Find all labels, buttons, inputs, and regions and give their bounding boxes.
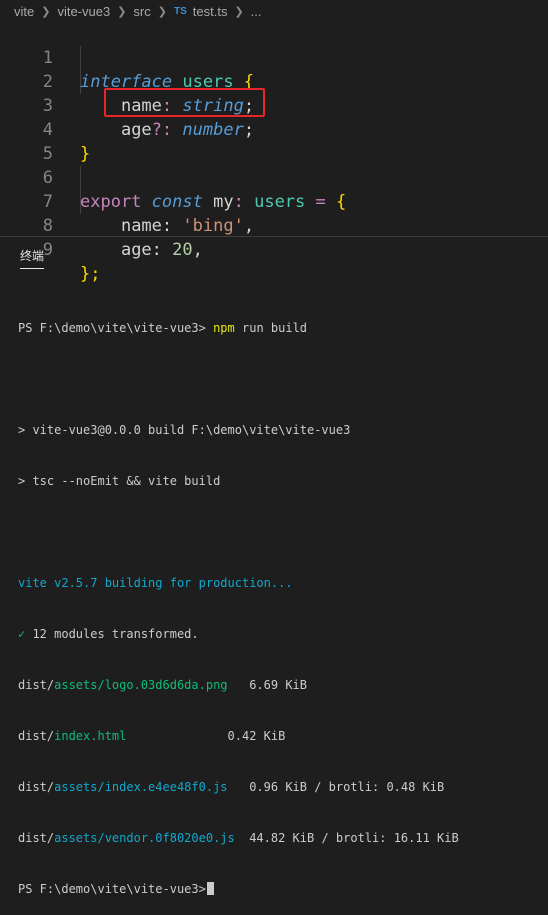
tab-terminal[interactable]: 终端 — [20, 247, 44, 264]
breadcrumb-item-vite[interactable]: vite — [14, 4, 34, 19]
token-colon: : — [151, 240, 162, 260]
terminal-prompt: PS F:\demo\vite\vite-vue3> — [18, 321, 214, 335]
terminal-line: dist/assets/index.e4ee48f0.js 0.96 KiB /… — [18, 780, 445, 794]
terminal-output[interactable]: PS F:\demo\vite\vite-vue3> npm run build… — [18, 286, 543, 915]
token-property: age — [120, 240, 152, 260]
chevron-right-icon: ❯ — [117, 5, 127, 18]
terminal-line: dist/assets/logo.03d6d6da.png 6.69 KiB — [18, 678, 307, 692]
code-line: 1 interface users { — [0, 22, 548, 92]
code-line: 5 — [0, 118, 548, 164]
terminal-cursor — [206, 882, 214, 895]
code-line: 6 export const my: users = { — [0, 142, 548, 212]
panel-divider — [0, 236, 548, 237]
terminal-line: PS F:\demo\vite\vite-vue3> — [18, 881, 543, 898]
breadcrumb-item-more[interactable]: ... — [251, 4, 262, 19]
chevron-right-icon: ❯ — [41, 5, 51, 18]
terminal-prompt: PS F:\demo\vite\vite-vue3> — [18, 882, 206, 896]
breadcrumb: vite ❯ vite-vue3 ❯ src ❯ TS test.ts ❯ ..… — [0, 0, 548, 22]
tab-active-indicator — [20, 268, 44, 269]
terminal-line: PS F:\demo\vite\vite-vue3> npm run build — [18, 320, 543, 337]
code-line: 9 }; — [0, 214, 548, 284]
terminal-command-args: run build — [234, 321, 308, 335]
chevron-right-icon: ❯ — [234, 5, 244, 18]
terminal-line: > tsc --noEmit && vite build — [18, 474, 221, 488]
code-editor[interactable]: 1 interface users { 2 name: string; 3 ag… — [0, 22, 548, 284]
breadcrumb-item-src[interactable]: src — [133, 4, 150, 19]
terminal-line: > vite-vue3@0.0.0 build F:\demo\vite\vit… — [18, 423, 351, 437]
token-number: 20 — [172, 240, 193, 260]
typescript-file-icon: TS — [173, 5, 187, 17]
code-line: 7 name: 'bing', — [0, 166, 548, 236]
breadcrumb-item-test-ts[interactable]: test.ts — [193, 4, 228, 19]
code-line: 2 name: string; — [0, 46, 548, 116]
breadcrumb-item-vite-vue3[interactable]: vite-vue3 — [57, 4, 110, 19]
terminal-line: vite v2.5.7 building for production... — [18, 576, 293, 590]
code-line: 8 age: 20, — [0, 190, 548, 260]
highlight-annotation-box — [104, 88, 265, 117]
token-brace: }; — [80, 264, 101, 284]
code-line: 3 age?: number; — [0, 70, 548, 140]
code-line: 4 } — [0, 94, 548, 164]
terminal-command: npm — [213, 321, 235, 335]
chevron-right-icon: ❯ — [157, 5, 167, 18]
terminal-line: dist/assets/vendor.0f8020e0.js 44.82 KiB… — [18, 831, 459, 845]
check-icon: ✓ — [18, 627, 26, 641]
terminal-line: dist/index.html 0.42 KiB — [18, 729, 286, 743]
token-comma: , — [192, 240, 203, 260]
terminal-line: ✓ 12 modules transformed. — [18, 627, 199, 641]
